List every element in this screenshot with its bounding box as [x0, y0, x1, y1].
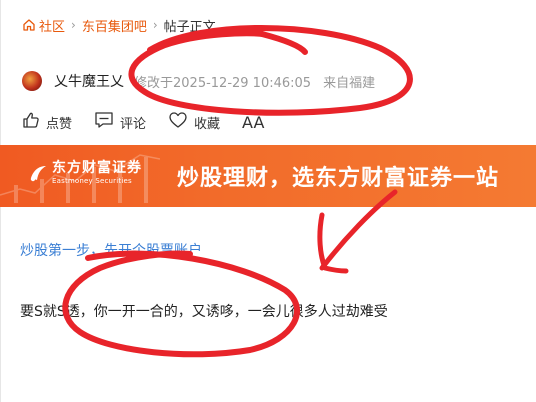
heart-icon	[168, 111, 194, 133]
banner-slogan: 炒股理财，选东方财富证券一站	[177, 166, 500, 191]
author-name[interactable]: 乂牛魔王乂	[54, 71, 124, 91]
breadcrumb-home-link[interactable]: 社区	[39, 16, 65, 35]
font-size-icon: AA	[242, 112, 265, 132]
thumbs-up-icon	[22, 111, 46, 133]
like-label: 点赞	[46, 116, 73, 132]
favorite-button[interactable]: 收藏	[168, 111, 220, 133]
banner-brand-cn: 东方财富证券	[52, 160, 142, 176]
comment-label: 评论	[120, 116, 147, 132]
edit-time: 修改于2025-12-29 10:46:05	[134, 75, 312, 91]
post-location: 来自福建	[323, 75, 376, 91]
action-bar: 点赞 评论 收藏 AA	[22, 111, 286, 133]
home-icon[interactable]	[22, 18, 36, 32]
breadcrumb-separator: ›	[152, 18, 158, 32]
comment-button[interactable]: 评论	[94, 111, 146, 133]
banner-brand-en: Eastmoney Securities	[52, 177, 132, 185]
post-body-text: 要S就S透，你一开一合的，又诱哆，一会儿很多人过劫难受	[20, 304, 388, 320]
comment-icon	[94, 111, 120, 133]
post-meta: 乂牛魔王乂 修改于2025-12-29 10:46:05 来自福建	[22, 70, 375, 92]
favorite-label: 收藏	[194, 116, 221, 132]
open-account-link[interactable]: 炒股第一步，先开个股票账户	[20, 240, 202, 260]
like-button[interactable]: 点赞	[22, 111, 72, 133]
eastmoney-logo: 东方财富证券 Eastmoney Securities	[28, 161, 142, 185]
ad-banner[interactable]: 东方财富证券 Eastmoney Securities 炒股理财，选东方财富证券…	[0, 145, 536, 207]
breadcrumb: 社区 › 东百集团吧 › 帖子正文	[22, 16, 216, 35]
eastmoney-logo-icon	[28, 163, 48, 183]
avatar[interactable]	[22, 71, 42, 91]
font-size-button[interactable]: AA	[242, 113, 264, 132]
breadcrumb-forum-link[interactable]: 东百集团吧	[82, 16, 147, 35]
breadcrumb-separator: ›	[71, 18, 76, 32]
breadcrumb-current: 帖子正文	[163, 19, 216, 35]
